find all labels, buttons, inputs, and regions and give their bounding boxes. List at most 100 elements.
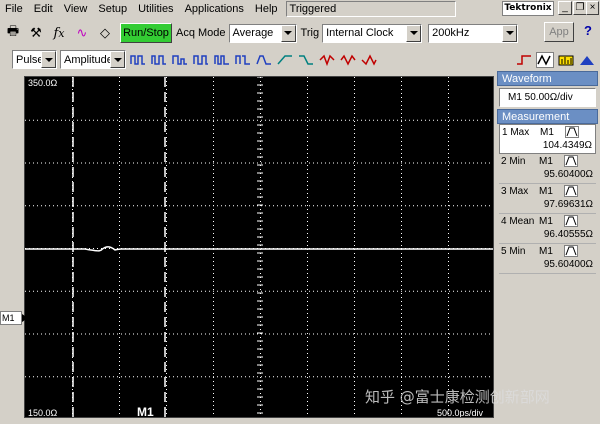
freq-select[interactable]: 200kHz [428, 23, 519, 43]
measurement-5[interactable]: 5 Min M1 95.60400Ω [499, 244, 596, 274]
minimize-icon[interactable]: _ [558, 1, 572, 15]
waveform-header[interactable]: Waveform [497, 71, 598, 86]
grid-dot [448, 369, 449, 370]
chevron-down-icon[interactable] [41, 51, 56, 68]
logic-trigger-icon[interactable] [360, 52, 378, 68]
measurement-1[interactable]: 1 Max M1 104.4349Ω [499, 124, 596, 154]
grid-dot [307, 285, 308, 286]
grid-dot [325, 162, 326, 164]
waveform-display[interactable]: 350.0Ω 150.0Ω M1 500.0ps/div [24, 76, 494, 418]
grid-dot [213, 117, 214, 118]
grid-dot [213, 133, 214, 134]
chevron-down-icon[interactable] [502, 24, 518, 42]
grid-dot [181, 205, 182, 207]
grid-dot [213, 89, 214, 90]
grid-dot [277, 290, 278, 292]
chevron-down-icon[interactable] [280, 24, 296, 42]
slew-rate-icon[interactable] [276, 52, 294, 68]
grid-dot [245, 290, 246, 292]
grid-dot [421, 119, 422, 121]
acq-mode-select[interactable]: Average [228, 23, 297, 43]
pulse-width-alt-icon[interactable] [192, 52, 210, 68]
grid-dot [166, 233, 167, 234]
grid-dot [85, 162, 86, 164]
trig-source-select[interactable]: Internal Clock [322, 23, 423, 43]
grid-dot [354, 109, 355, 110]
grid-dot [361, 205, 362, 207]
grid-dot [133, 162, 134, 164]
pulse-window-icon[interactable] [255, 52, 273, 68]
measurement-header[interactable]: Measurement [497, 109, 598, 124]
grid-dot [89, 290, 90, 292]
grid-dot [448, 277, 449, 278]
grid-dot [166, 365, 167, 366]
setup-hold-icon[interactable] [297, 52, 315, 68]
grid-dot [307, 297, 308, 298]
close-icon[interactable]: × [586, 1, 599, 15]
measurement-3[interactable]: 3 Max M1 97.69631Ω [499, 184, 596, 214]
amplitude-select[interactable]: Amplitude [60, 50, 126, 69]
waveform-scale[interactable]: M1 50.00Ω/div [499, 88, 596, 107]
pulse-timeout-icon[interactable] [213, 52, 231, 68]
grid-dot [213, 309, 214, 310]
grid-dot [29, 376, 30, 378]
grid-dot [354, 201, 355, 202]
menu-file[interactable]: File [0, 1, 29, 17]
grid-dot [133, 333, 134, 335]
grid-dot [37, 119, 38, 121]
comm-trigger-icon[interactable] [318, 52, 336, 68]
pulse-glitch-icon[interactable] [150, 52, 168, 68]
grid-dot [33, 376, 34, 378]
grid-dot [37, 376, 38, 378]
chevron-down-icon[interactable] [110, 51, 125, 68]
grid-dot [354, 261, 355, 262]
grid-dot [145, 376, 146, 378]
grid-dot [297, 376, 298, 378]
pulse-runt-icon[interactable] [171, 52, 189, 68]
m1-ground-marker[interactable]: M1 [0, 311, 28, 325]
grid-dot [181, 290, 182, 292]
measurement-2[interactable]: 2 Min M1 95.60400Ω [499, 154, 596, 184]
pulse-width-icon[interactable] [129, 52, 147, 68]
function-icon[interactable]: fx [49, 23, 69, 43]
grid-dot [307, 397, 308, 398]
app-button[interactable]: App [544, 22, 574, 42]
grid-dot [481, 376, 482, 378]
help-icon[interactable]: ? [580, 23, 596, 41]
measurement-4[interactable]: 4 Mean M1 96.40555Ω [499, 214, 596, 244]
grid-dot [260, 145, 261, 146]
grid-dot [448, 153, 449, 154]
menu-view[interactable]: View [59, 1, 94, 17]
print-icon[interactable]: 🖶 [3, 23, 23, 43]
menu-applications[interactable]: Applications [180, 1, 250, 17]
histogram-icon[interactable] [557, 52, 575, 68]
eraser-icon[interactable]: ◇ [95, 23, 115, 43]
grid-dot [141, 376, 142, 378]
menu-setup[interactable]: Setup [93, 1, 133, 17]
pulse-transition-icon[interactable] [234, 52, 252, 68]
serial-trigger-icon[interactable] [339, 52, 357, 68]
restore-icon[interactable]: ❐ [573, 1, 587, 15]
edge-trigger-icon[interactable] [515, 52, 533, 68]
grid-dot [309, 333, 310, 335]
run-stop-button[interactable]: Run/Stop [120, 23, 172, 43]
grid-dot [153, 376, 154, 378]
mask-icon[interactable] [578, 52, 596, 68]
waveform-view-icon[interactable] [536, 51, 554, 68]
menu-edit[interactable]: Edit [29, 1, 59, 17]
grid-dot [119, 85, 120, 86]
grid-dot [119, 313, 120, 314]
grid-dot [357, 290, 358, 292]
menu-utilities[interactable]: Utilities [133, 1, 179, 17]
grid-dot [213, 337, 214, 338]
grid-dot [119, 185, 120, 186]
grid-dot [313, 119, 314, 121]
tools-icon[interactable]: ⚒ [26, 23, 46, 43]
waveform-math-icon[interactable]: ∿ [72, 23, 92, 43]
grid-dot [354, 397, 355, 398]
grid-dot [437, 376, 438, 378]
menu-help[interactable]: Help [250, 1, 284, 17]
chevron-down-icon[interactable] [406, 24, 422, 42]
pulse-select[interactable]: Pulse [12, 50, 57, 69]
grid-dot [119, 349, 120, 350]
